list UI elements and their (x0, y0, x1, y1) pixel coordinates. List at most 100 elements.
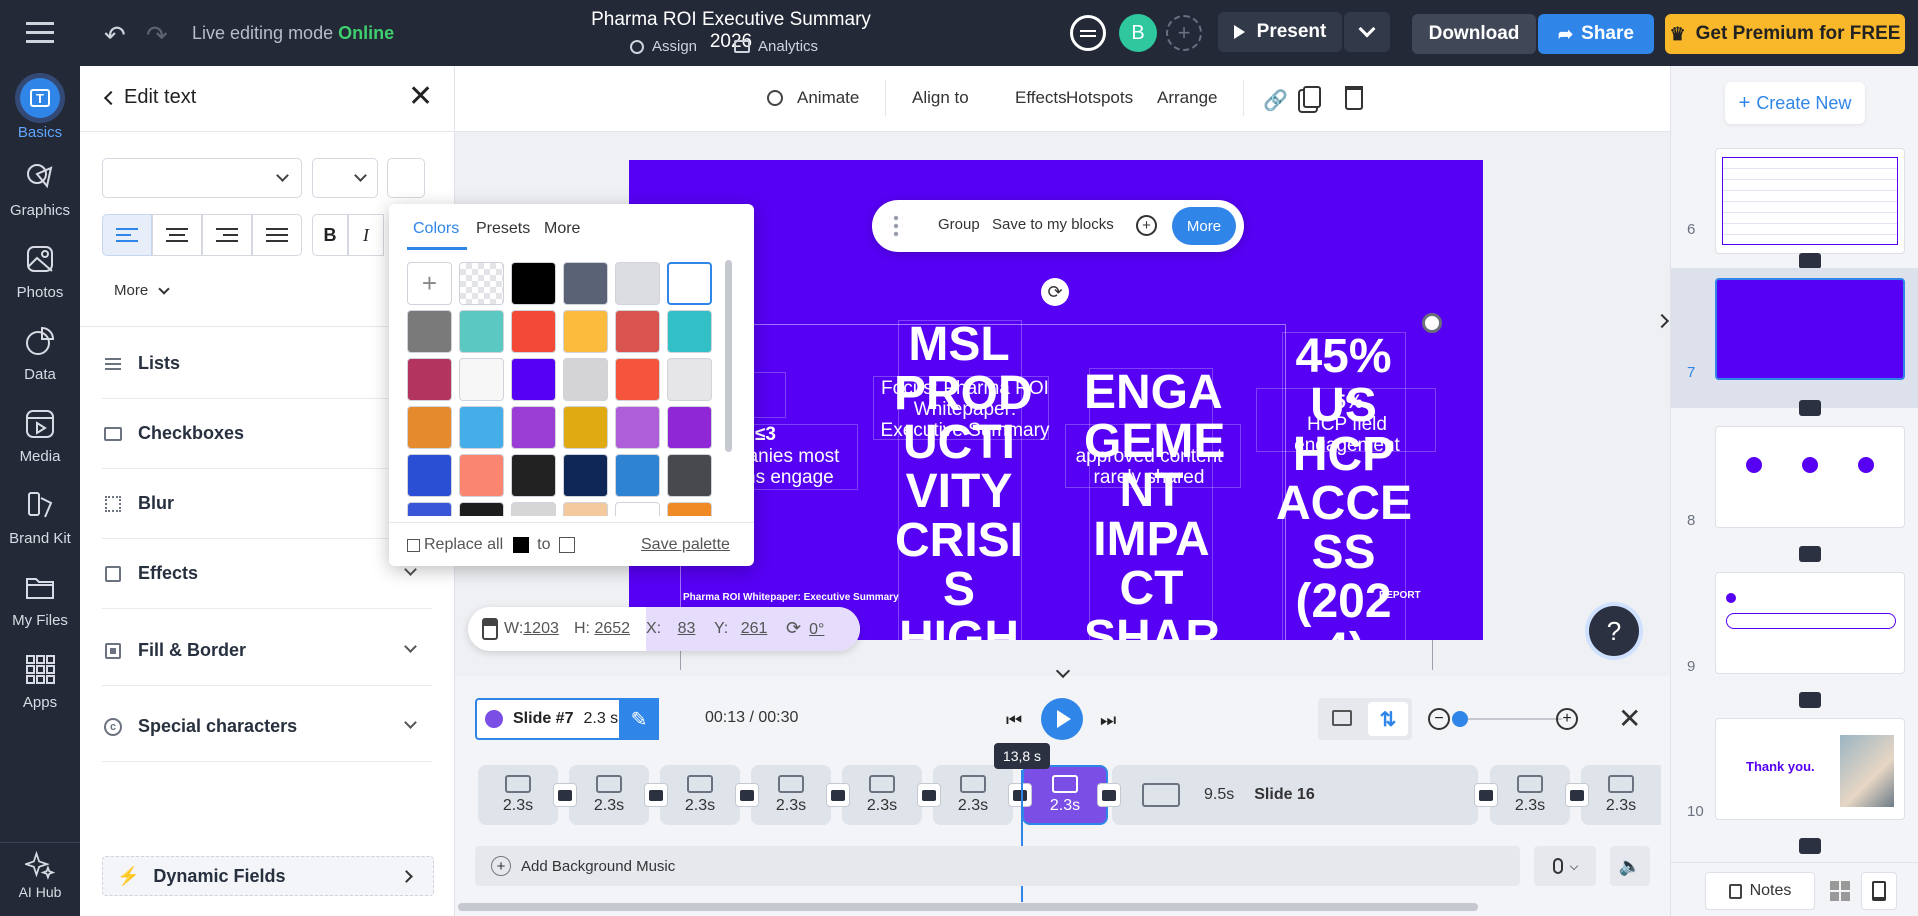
swatch-scrollbar[interactable] (725, 260, 732, 452)
close-timeline-icon[interactable]: ✕ (1618, 702, 1641, 735)
align-left-button[interactable] (102, 214, 152, 256)
color-swatch[interactable] (407, 502, 452, 516)
assign-button[interactable]: Assign (630, 38, 697, 55)
add-block-icon[interactable]: + (1136, 215, 1157, 236)
drag-handle-icon[interactable] (892, 214, 900, 238)
color-swatch[interactable] (511, 262, 556, 305)
color-swatch[interactable] (459, 454, 504, 497)
save-palette-link[interactable]: Save palette (641, 536, 730, 554)
transition-icon[interactable] (1799, 692, 1821, 708)
horizontal-scrollbar[interactable] (458, 903, 1478, 911)
undo-icon[interactable]: ↶ (104, 20, 126, 51)
hotspots-button[interactable]: Hotspots (1066, 88, 1133, 108)
back-button[interactable]: Edit text (103, 86, 196, 109)
add-color-swatch[interactable]: + (407, 262, 452, 305)
thumbnail-view-icon[interactable] (1332, 710, 1352, 726)
nav-graphics[interactable]: Graphics (0, 160, 80, 242)
color-swatch[interactable] (459, 406, 504, 449)
effects-button[interactable]: Effects (1015, 88, 1067, 108)
color-swatch[interactable] (667, 454, 712, 497)
transition-icon[interactable] (1565, 783, 1589, 807)
align-to-button[interactable]: Align to (912, 88, 969, 108)
section-effects[interactable]: Effects (102, 539, 432, 609)
dynamic-fields-button[interactable]: ⚡ Dynamic Fields (102, 856, 434, 896)
nav-ai-hub[interactable]: AI Hub (0, 850, 80, 916)
color-swatch[interactable] (667, 406, 712, 449)
pencil-icon[interactable]: ✎ (619, 698, 659, 740)
timeline-clip[interactable]: 2.3s (842, 765, 922, 825)
transition-icon[interactable] (553, 783, 577, 807)
add-music-bar[interactable]: + Add Background Music (475, 846, 1520, 886)
color-swatch[interactable] (667, 310, 712, 353)
color-swatch[interactable] (615, 502, 660, 516)
nav-apps[interactable]: Apps (0, 652, 80, 734)
from-color-swatch[interactable] (513, 537, 530, 553)
font-family-select[interactable] (102, 158, 302, 198)
timeline-clip[interactable]: 2.3s (478, 765, 558, 825)
color-swatch[interactable] (615, 310, 660, 353)
lock-icon[interactable] (482, 618, 498, 640)
transition-icon[interactable] (644, 783, 668, 807)
skip-back-icon[interactable]: ⏮ (1006, 710, 1022, 731)
slide-thumbnail-10[interactable]: Thank you. (1715, 718, 1905, 820)
transition-icon[interactable] (1474, 783, 1498, 807)
align-center-button[interactable] (152, 214, 202, 256)
transparent-swatch[interactable] (459, 262, 504, 305)
invite-icon[interactable]: + (1166, 15, 1202, 51)
tab-presets[interactable]: Presets (476, 220, 530, 238)
resize-handle[interactable] (1422, 313, 1442, 333)
color-swatch[interactable] (563, 454, 608, 497)
x-field[interactable]: X: 83 (646, 620, 695, 638)
link-icon[interactable]: 🔗 (1263, 88, 1288, 113)
color-swatch[interactable] (459, 502, 504, 516)
slide-thumbnail-7-selected[interactable] (1715, 278, 1905, 380)
italic-button[interactable]: I (348, 214, 384, 256)
transition-icon[interactable] (1008, 783, 1032, 807)
color-swatch[interactable] (459, 310, 504, 353)
rotate-handle-icon[interactable]: ⟳ (1041, 278, 1069, 306)
more-button[interactable]: More (1172, 207, 1236, 245)
nav-data[interactable]: Data (0, 324, 80, 406)
section-blur[interactable]: Blur (102, 469, 432, 539)
nav-my-files[interactable]: My Files (0, 570, 80, 652)
color-swatch[interactable] (667, 358, 712, 401)
chat-icon[interactable] (1070, 15, 1106, 51)
nav-brand-kit[interactable]: Brand Kit (0, 488, 80, 570)
color-swatch[interactable] (511, 502, 556, 516)
timeline-clip-long[interactable]: 9.5s Slide 16 (1112, 765, 1478, 825)
grid-view-button[interactable] (1823, 874, 1857, 908)
color-swatch[interactable] (407, 454, 452, 497)
nav-photos[interactable]: Photos (0, 242, 80, 324)
slide-left-number[interactable]: ≤3 (755, 424, 795, 445)
group-button[interactable]: Group (938, 216, 980, 233)
transition-icon[interactable] (735, 783, 759, 807)
transition-icon[interactable] (1799, 546, 1821, 562)
align-right-button[interactable] (202, 214, 252, 256)
premium-button[interactable]: ♛ Get Premium for FREE (1665, 14, 1905, 54)
slide-left-text-b[interactable]: ns engage (745, 467, 865, 488)
transition-icon[interactable] (826, 783, 850, 807)
slide-chip[interactable]: Slide #7 2.3 s ✎ (475, 698, 659, 740)
slide-thumbnail-6[interactable] (1715, 148, 1905, 254)
zoom-in-icon[interactable]: + (1556, 708, 1578, 730)
color-swatch[interactable] (615, 454, 660, 497)
save-to-blocks-button[interactable]: Save to my blocks (992, 216, 1114, 233)
tab-more[interactable]: More (544, 220, 580, 238)
timeline-clip-selected[interactable]: 2.3s (1022, 765, 1108, 825)
transition-icon[interactable] (1799, 253, 1821, 269)
tab-colors[interactable]: Colors (413, 220, 459, 238)
timeline-clip[interactable]: 2.3s (660, 765, 740, 825)
to-color-swatch[interactable] (558, 537, 575, 553)
text-color-button[interactable] (387, 158, 425, 198)
timeline-clip[interactable]: 2.3s (933, 765, 1013, 825)
section-fill-border[interactable]: Fill & Border (102, 616, 432, 686)
skip-forward-icon[interactable]: ⏭ (1100, 710, 1116, 731)
slide-thumbnail-9[interactable] (1715, 572, 1905, 674)
color-swatch[interactable] (407, 358, 452, 401)
height-field[interactable]: H: 2652 (574, 620, 630, 638)
present-button[interactable]: Present (1218, 12, 1342, 52)
close-icon[interactable]: ✕ (408, 82, 433, 112)
color-swatch[interactable] (511, 406, 556, 449)
animate-button[interactable]: Animate (767, 88, 859, 108)
list-view-button[interactable] (1861, 872, 1897, 910)
